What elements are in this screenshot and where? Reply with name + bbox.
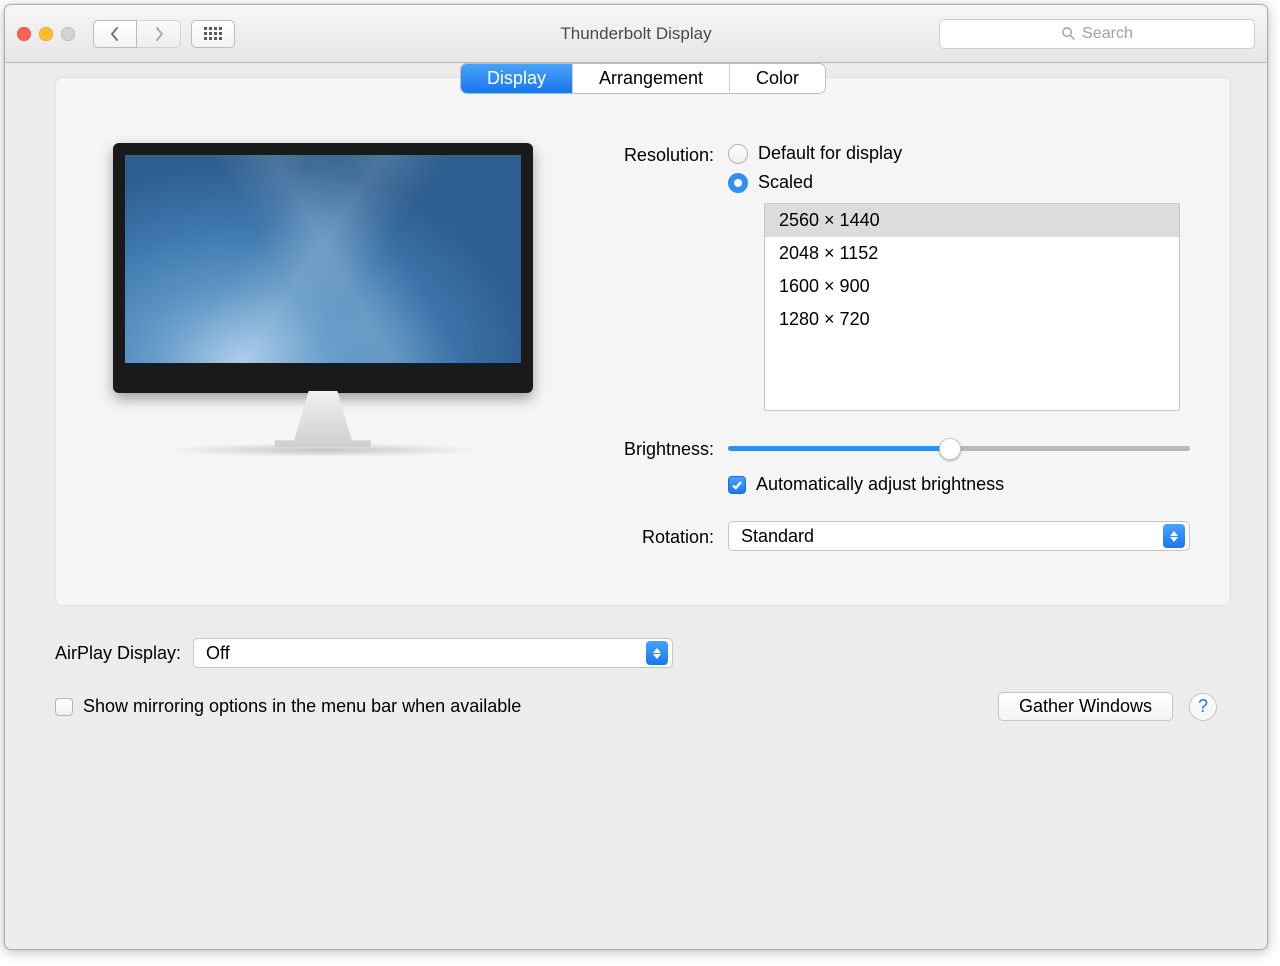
tab-color[interactable]: Color xyxy=(730,64,825,93)
footer: AirPlay Display: Off Show mirroring opti… xyxy=(5,630,1267,765)
checkbox-icon xyxy=(55,698,73,716)
airplay-label: AirPlay Display: xyxy=(55,643,181,664)
search-input[interactable]: Search xyxy=(939,19,1255,49)
select-stepper-icon xyxy=(646,641,668,665)
resolution-option[interactable]: 1280 × 720 xyxy=(765,303,1179,336)
titlebar: Thunderbolt Display Search xyxy=(5,5,1267,63)
rotation-value: Standard xyxy=(741,526,814,547)
resolution-default-radio[interactable]: Default for display xyxy=(728,143,1190,164)
grid-icon xyxy=(204,27,222,40)
window-controls xyxy=(17,27,75,41)
tab-bar: Display Arrangement Color xyxy=(461,64,825,93)
brightness-label: Brightness: xyxy=(578,437,728,460)
tab-arrangement[interactable]: Arrangement xyxy=(573,64,730,93)
airplay-select[interactable]: Off xyxy=(193,638,673,668)
resolution-option[interactable]: 1600 × 900 xyxy=(765,270,1179,303)
display-preview xyxy=(108,143,538,565)
checkbox-checked-icon xyxy=(728,476,746,494)
display-preview-stand xyxy=(275,391,371,447)
gather-windows-button[interactable]: Gather Windows xyxy=(998,692,1173,721)
back-button[interactable] xyxy=(93,20,137,48)
resolution-default-label: Default for display xyxy=(758,143,902,164)
display-preview-screen xyxy=(113,143,533,393)
mirroring-checkbox[interactable]: Show mirroring options in the menu bar w… xyxy=(55,696,521,717)
search-placeholder: Search xyxy=(1082,25,1133,43)
resolution-scaled-label: Scaled xyxy=(758,172,813,193)
resolution-option[interactable]: 2048 × 1152 xyxy=(765,237,1179,270)
zoom-window-button xyxy=(61,27,75,41)
resolution-scaled-radio[interactable]: Scaled xyxy=(728,172,1190,193)
rotation-label: Rotation: xyxy=(578,525,728,548)
show-all-button[interactable] xyxy=(191,20,235,48)
apple-logo-icon xyxy=(317,370,329,387)
settings-panel: Display Arrangement Color xyxy=(55,77,1231,606)
preferences-window: Thunderbolt Display Search Display Arran… xyxy=(4,4,1268,950)
chevron-right-icon xyxy=(154,27,164,41)
resolution-option[interactable]: 2560 × 1440 xyxy=(765,204,1179,237)
search-icon xyxy=(1061,26,1076,41)
select-stepper-icon xyxy=(1163,524,1185,548)
chevron-left-icon xyxy=(110,27,120,41)
resolution-list[interactable]: 2560 × 1440 2048 × 1152 1600 × 900 1280 … xyxy=(764,203,1180,411)
resolution-label: Resolution: xyxy=(578,143,728,166)
minimize-window-button[interactable] xyxy=(39,27,53,41)
mirroring-label: Show mirroring options in the menu bar w… xyxy=(83,696,521,717)
forward-button[interactable] xyxy=(137,20,181,48)
airplay-value: Off xyxy=(206,643,230,664)
help-button[interactable]: ? xyxy=(1189,693,1217,721)
tab-display[interactable]: Display xyxy=(461,64,573,93)
radio-checked-icon xyxy=(728,173,748,193)
auto-brightness-checkbox[interactable]: Automatically adjust brightness xyxy=(728,474,1190,495)
slider-knob[interactable] xyxy=(939,438,961,460)
radio-icon xyxy=(728,144,748,164)
auto-brightness-label: Automatically adjust brightness xyxy=(756,474,1004,495)
close-window-button[interactable] xyxy=(17,27,31,41)
brightness-slider[interactable] xyxy=(728,439,1190,459)
rotation-select[interactable]: Standard xyxy=(728,521,1190,551)
nav-buttons xyxy=(93,20,181,48)
